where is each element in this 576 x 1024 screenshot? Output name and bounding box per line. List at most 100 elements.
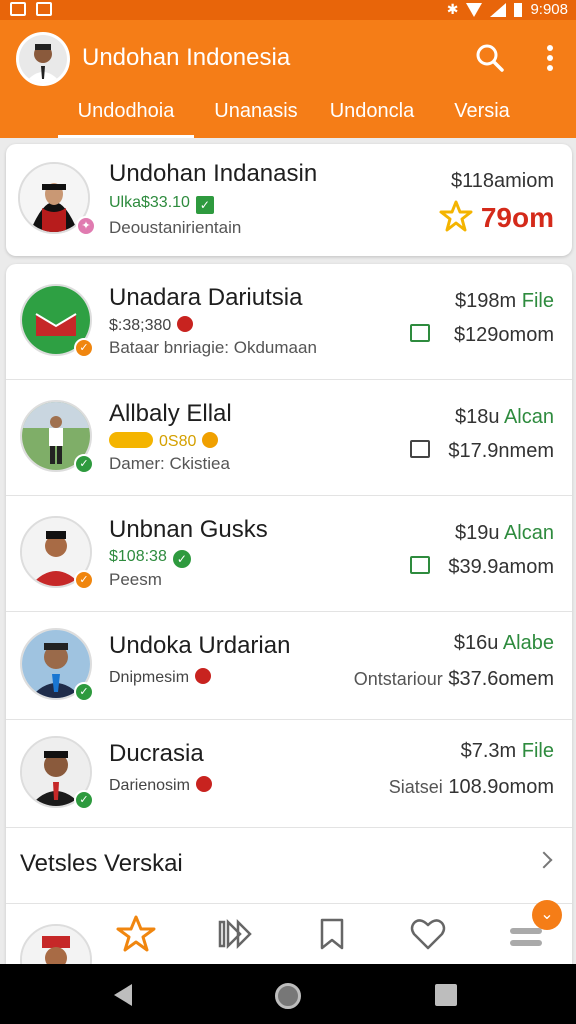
item-right1: $18u Alcan (455, 406, 554, 429)
wifi-icon (466, 2, 483, 17)
flower-icon (195, 776, 212, 792)
item-amount: $108:38 (109, 548, 167, 565)
item-right2: $17.9nmem (448, 440, 554, 462)
tab-undodhoia[interactable]: Undodhoia (58, 94, 194, 138)
list-item[interactable]: ✓ Unadara Dariutsia $:38;380 Bataar bnri… (6, 264, 572, 380)
home-icon[interactable] (275, 983, 301, 1009)
item-sub1: Dnipmesim (109, 668, 212, 687)
notification-icons (10, 2, 52, 16)
featured-amount: Ulka$33.10 (109, 194, 190, 211)
item-tag: Alcan (503, 406, 554, 428)
featured-card[interactable]: ✦ Undohan Indanasin Ulka$33.10 ✓ Deoustan… (6, 144, 572, 256)
item-name: Ducrasia (109, 740, 204, 767)
expand-button[interactable]: ⌄ (532, 900, 562, 930)
item-price: $198m (455, 290, 517, 312)
flower-icon (202, 432, 219, 448)
item-tag: Alabe (502, 632, 554, 654)
featured-right2: 79om (439, 200, 554, 234)
item-right2: Ontstariour $37.6omem (354, 668, 554, 691)
clock: 9:908 (530, 1, 568, 18)
item-sub1: $:38;380 (109, 316, 194, 335)
item-right2: Siatsei 108.9omom (389, 776, 554, 799)
featured-score: 79om (480, 202, 554, 233)
list-item[interactable]: ✓ Allbaly Ellal 0S80 Damer: Ckistiea $18… (6, 380, 572, 496)
item-price: $7.3m (460, 740, 517, 762)
bookmark-icon[interactable] (312, 914, 352, 954)
item-name: Unbnan Gusks (109, 516, 268, 543)
search-icon[interactable] (474, 42, 506, 74)
avatar[interactable] (20, 924, 92, 964)
list-item[interactable]: ✓ Unbnan Gusks $108:38 ✓ Peesm $19u Alcan… (6, 496, 572, 612)
verified-icon: ✓ (172, 550, 191, 568)
photo-icon (36, 2, 52, 16)
more-link[interactable]: Vetsles Verskai (6, 828, 572, 904)
item-right1: $7.3m File (461, 740, 554, 763)
item-tag: Alcan (503, 522, 554, 544)
featured-right1: $118amiom (450, 170, 554, 192)
list-item[interactable]: ✓ Undoka Urdarian Dnipmesim $16u Alabe O… (6, 612, 572, 720)
chart-icon[interactable] (410, 324, 430, 342)
status-indicators: ✱ 9:908 (447, 1, 568, 18)
item-right2-label: Siatsei (388, 777, 443, 797)
status-bar: ✱ 9:908 (0, 0, 576, 20)
app-title: Undohan Indonesia (82, 44, 291, 71)
item-right1: $19u Alcan (455, 522, 554, 545)
more-vert-icon[interactable] (536, 42, 564, 74)
verified-icon: ✓ (195, 196, 214, 214)
bottom-nav: ⌄ (6, 900, 572, 964)
back-icon[interactable] (114, 984, 132, 1006)
status-badge: ✓ (74, 790, 94, 810)
flower-icon (195, 668, 212, 684)
bluetooth-icon: ✱ (446, 1, 459, 17)
profile-avatar[interactable] (16, 32, 70, 86)
status-badge: ✓ (74, 682, 94, 702)
item-price: $16u (453, 632, 499, 654)
results-list: ✓ Unadara Dariutsia $:38;380 Bataar bnri… (6, 264, 572, 964)
item-sub2: Bataar bnriagie: Okdumaan (109, 338, 317, 357)
item-amount: Darienosim (109, 777, 190, 794)
item-amount: Dnipmesim (109, 669, 190, 686)
item-amount: $:38;380 (109, 317, 172, 334)
more-link-label: Vetsles Verskai (20, 850, 183, 877)
recents-icon[interactable] (435, 984, 457, 1006)
item-price: $18u (455, 406, 500, 428)
featured-sub1: Ulka$33.10 ✓ (109, 194, 214, 214)
heart-icon[interactable] (408, 914, 448, 954)
battery-icon (514, 2, 523, 17)
tab-versia[interactable]: Versia (438, 94, 526, 138)
item-sub2: Peesm (109, 570, 162, 589)
tab-undoncla[interactable]: Undoncla (322, 94, 422, 138)
item-name: Allbaly Ellal (109, 400, 232, 427)
item-sub1: $108:38 ✓ (109, 548, 191, 568)
item-right1: $198m File (455, 290, 554, 313)
item-sub2: Damer: Ckistiea (109, 454, 230, 473)
tab-unanasis[interactable]: Unanasis (208, 94, 304, 138)
item-right2: $39.9amom (448, 556, 554, 578)
item-name: Undoka Urdarian (109, 632, 291, 659)
signal-icon (490, 2, 507, 17)
item-amount: 0S80 (159, 433, 197, 450)
featured-name: Undohan Indanasin (109, 160, 318, 187)
item-sub1: 0S80 (109, 432, 219, 451)
chart-icon[interactable] (410, 440, 430, 458)
status-badge: ✓ (74, 338, 94, 358)
list-item[interactable]: ✓ Ducrasia Darienosim $7.3m File Siatsei… (6, 720, 572, 828)
item-tag: File (521, 740, 554, 762)
flower-icon (177, 316, 194, 332)
item-name: Unadara Dariutsia (109, 284, 303, 311)
item-sub1: Darienosim (109, 776, 212, 795)
item-right2-label: Ontstariour (353, 669, 443, 689)
star-icon (439, 200, 473, 232)
status-badge: ✓ (74, 454, 94, 474)
item-right2-value: $37.6omem (448, 668, 554, 690)
fast-forward-icon[interactable] (216, 914, 256, 954)
item-right2-value: 108.9omom (448, 776, 554, 798)
tab-bar: Undodhoia Unanasis Undoncla Versia (0, 94, 576, 138)
app-bar: Undohan Indonesia Undodhoia Unanasis Und… (0, 20, 576, 138)
chart-icon[interactable] (410, 556, 430, 574)
star-icon[interactable] (116, 914, 156, 954)
system-nav-bar (0, 964, 576, 1024)
image-icon (10, 2, 26, 16)
item-tag: File (521, 290, 554, 312)
item-right2: $129omom (453, 324, 554, 346)
